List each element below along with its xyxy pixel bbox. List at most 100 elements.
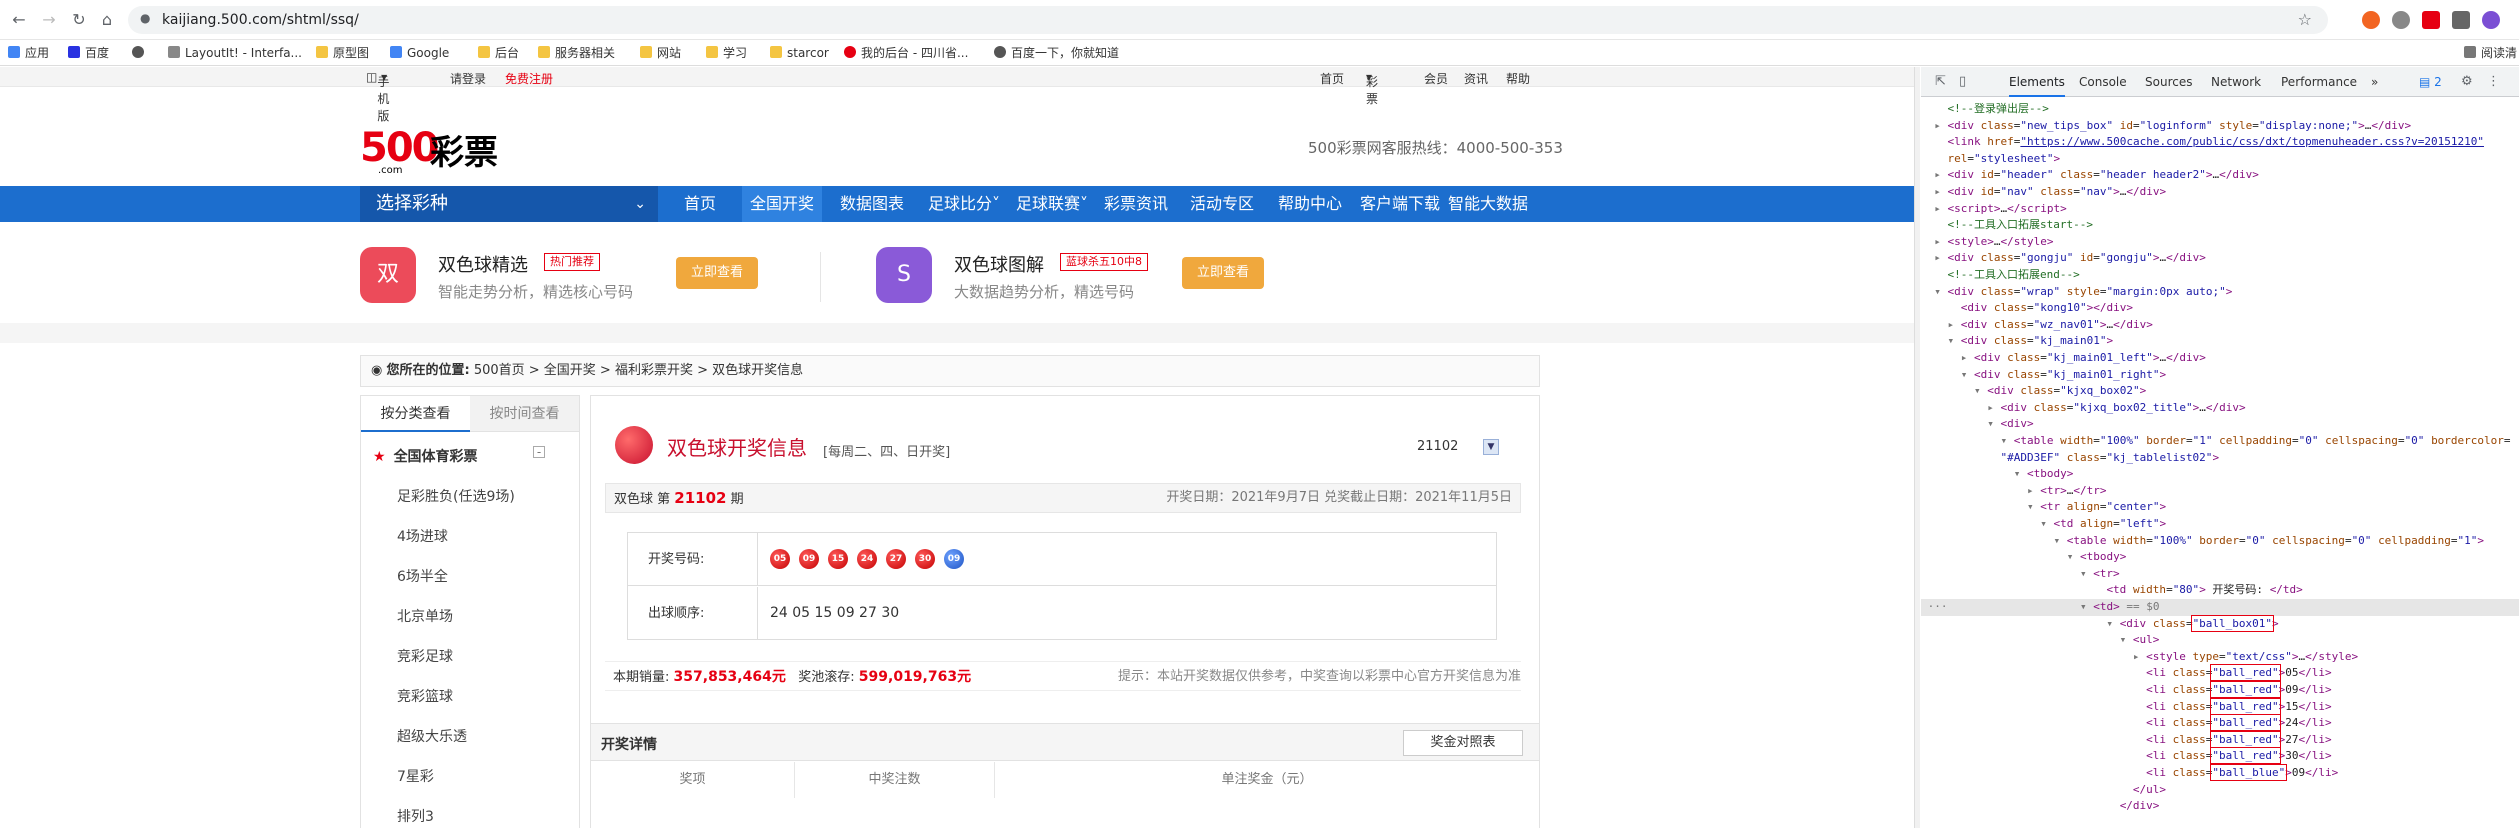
kebab-menu-icon[interactable]: ⋮ [2487, 74, 2500, 89]
forward-icon[interactable]: → [38, 9, 60, 31]
avatar[interactable] [2482, 11, 2500, 29]
dom-line[interactable]: ▾ <div class="kj_main01"> [1921, 333, 2519, 350]
dom-line[interactable]: ▸ <div class="kjxq_box02_title">…</div> [1921, 400, 2519, 417]
dom-line[interactable]: <div class="kong10"></div> [1921, 300, 2519, 317]
top-link[interactable]: 彩票 ▾ [1366, 70, 1378, 106]
dom-line[interactable]: ▸ <style type="text/css">…</style> [1921, 649, 2519, 666]
bookmark-item[interactable]: 学习 [706, 45, 747, 61]
more-tabs[interactable]: » [2371, 67, 2378, 97]
promo-card[interactable]: 双 双色球精选 热门推荐 智能走势分析，精选核心号码 立即查看 [360, 247, 780, 307]
view-now-button[interactable]: 立即查看 [1182, 257, 1264, 289]
gear-icon[interactable] [2392, 11, 2410, 29]
dom-line[interactable]: <li class="ball_red">05</li> [1921, 664, 2519, 682]
bookmark-item[interactable]: 我的后台 - 四川省... [844, 45, 968, 61]
nav-item-help[interactable]: 帮助中心 [1278, 186, 1342, 222]
dom-line[interactable]: ▾ <div> [1921, 416, 2519, 433]
sidebar-item[interactable]: 竞彩篮球 [397, 686, 453, 706]
dom-line[interactable]: ▸ <div id="nav" class="nav">…</div> [1921, 184, 2519, 201]
top-link[interactable]: 首页 [1320, 70, 1344, 87]
nav-item-big-data[interactable]: 智能大数据 [1448, 186, 1528, 222]
tab-performance[interactable]: Performance [2281, 67, 2357, 97]
breadcrumb-path[interactable]: 500首页 > 全国开奖 > 福利彩票开奖 > 双色球开奖信息 [474, 363, 803, 378]
dom-line[interactable]: ▸ <div id="header" class="header header2… [1921, 167, 2519, 184]
dom-line[interactable]: ▾ <tr> [1921, 566, 2519, 583]
dom-line[interactable]: ▸ <script>…</script> [1921, 201, 2519, 218]
bookmark-item[interactable]: starcor [770, 45, 829, 61]
bookmark-item[interactable]: 网站 [640, 45, 681, 61]
back-icon[interactable]: ← [8, 9, 30, 31]
bookmark-item[interactable]: 应用 [8, 45, 49, 61]
nav-item-football-score[interactable]: 足球比分˅ [928, 186, 1000, 222]
device-toggle-icon[interactable]: ▯ [1959, 74, 1966, 89]
dom-line[interactable]: ▾ <table width="100%" border="0" cellspa… [1921, 533, 2519, 550]
tab-sources[interactable]: Sources [2145, 67, 2192, 97]
dom-line[interactable]: ▾ <div class="kjxq_box02"> [1921, 383, 2519, 400]
bookmark-item[interactable] [132, 45, 149, 61]
tab-network[interactable]: Network [2211, 67, 2261, 97]
sidebar-item[interactable]: 竞彩足球 [397, 646, 453, 666]
period-select[interactable]: 21102 ▼ [1417, 436, 1507, 458]
inspect-icon[interactable]: ⇱ [1935, 74, 1946, 89]
dom-line[interactable]: </div> [1921, 798, 2519, 815]
dom-line[interactable]: ▸ <div class="new_tips_box" id="loginfor… [1921, 118, 2519, 135]
register-link[interactable]: 免费注册 [505, 70, 553, 87]
home-icon[interactable]: ⌂ [96, 9, 118, 31]
login-link[interactable]: 请登录 [450, 70, 486, 87]
dom-line[interactable]: rel="stylesheet"> [1921, 151, 2519, 168]
dom-line[interactable]: <li class="ball_red">09</li> [1921, 681, 2519, 699]
sidebar-item[interactable]: 足彩胜负(任选9场) [397, 486, 515, 506]
bookmark-item[interactable]: Google [390, 45, 449, 61]
tab-console[interactable]: Console [2079, 67, 2127, 97]
prize-compare-button[interactable]: 奖金对照表 [1403, 730, 1523, 756]
bookmark-item[interactable]: 后台 [478, 45, 519, 61]
sidebar-item[interactable]: 排列3 [397, 806, 434, 826]
dom-line[interactable]: <li class="ball_blue">09</li> [1921, 764, 2519, 782]
puzzle-icon[interactable] [2452, 11, 2470, 29]
nav-item-news[interactable]: 彩票资讯 [1104, 186, 1168, 222]
bookmark-item[interactable]: 服务器相关 [538, 45, 615, 61]
sidebar-group-header[interactable]: ★ 全国体育彩票 - [373, 446, 545, 466]
address-bar[interactable]: ● kaijiang.500.com/shtml/ssq/ ☆ [128, 6, 2328, 34]
reading-list[interactable]: 阅读清 [2464, 45, 2517, 61]
dom-line[interactable]: <li class="ball_red">24</li> [1921, 714, 2519, 732]
dom-line[interactable]: </ul> [1921, 782, 2519, 799]
lottery-select[interactable]: 选择彩种 ⌄ [360, 186, 658, 222]
nav-item-football-league[interactable]: 足球联赛˅ [1016, 186, 1088, 222]
dom-line[interactable]: <!--工具入口拓展end--> [1921, 267, 2519, 284]
extension-icon[interactable] [2422, 11, 2440, 29]
issues-badge[interactable]: ▤ 2 [2419, 67, 2442, 97]
nav-item-charts[interactable]: 数据图表 [840, 186, 904, 222]
dom-line[interactable]: ▾ <tr align="center"> [1921, 499, 2519, 516]
chevron-down-icon[interactable]: ▼ [1483, 439, 1499, 455]
dom-line[interactable]: ▾ <tbody> [1921, 549, 2519, 566]
nav-item-events[interactable]: 活动专区 [1190, 186, 1254, 222]
dom-line[interactable]: ▸ <style>…</style> [1921, 234, 2519, 251]
collapse-icon[interactable]: - [533, 446, 545, 458]
promo-card[interactable]: S 双色球图解 蓝球杀五10中8 大数据趋势分析，精选号码 立即查看 [876, 247, 1296, 307]
dom-line[interactable]: ▾ <table width="100%" border="1" cellpad… [1921, 433, 2519, 450]
bookmark-item[interactable]: 百度一下，你就知道 [994, 45, 1119, 61]
dom-line[interactable]: <li class="ball_red">15</li> [1921, 697, 2519, 716]
dom-line-selected[interactable]: ··· ▾ <td> == $0 [1921, 599, 2519, 616]
dom-line[interactable]: <!--工具入口拓展start--> [1921, 217, 2519, 234]
dom-line[interactable]: ▾ <tbody> [1921, 466, 2519, 483]
dom-line[interactable]: ▾ <div class="ball_box01"> [1921, 614, 2519, 633]
bookmark-item[interactable]: LayoutIt! - Interfa... [168, 45, 302, 61]
url-text[interactable]: kaijiang.500.com/shtml/ssq/ [162, 12, 359, 28]
dom-line[interactable]: <li class="ball_red">27</li> [1921, 730, 2519, 749]
dom-line[interactable]: ▸ <div class="wz_nav01">…</div> [1921, 317, 2519, 334]
dom-tree[interactable]: <!--登录弹出层--> ▸ <div class="new_tips_box"… [1921, 101, 2519, 828]
dom-line[interactable]: ▾ <div class="kj_main01_right"> [1921, 367, 2519, 384]
sidebar-item[interactable]: 超级大乐透 [397, 726, 467, 746]
dom-line[interactable]: <!--登录弹出层--> [1921, 101, 2519, 118]
dom-line[interactable]: ▾ <ul> [1921, 632, 2519, 649]
nav-item-national-draw[interactable]: 全国开奖 [742, 186, 823, 222]
dom-line[interactable]: <td width="80"> 开奖号码: </td> [1921, 582, 2519, 599]
dom-line[interactable]: ▸ <div class="kj_main01_left">…</div> [1921, 350, 2519, 367]
tab-elements[interactable]: Elements [2009, 67, 2065, 97]
mobile-link[interactable]: ◫ 手机版 ▾ [366, 70, 389, 123]
nav-item-app-download[interactable]: 客户端下载 [1360, 186, 1440, 222]
dom-line[interactable]: "#ADD3EF" class="kj_tablelist02"> [1921, 450, 2519, 467]
top-link[interactable]: 资讯 [1464, 70, 1488, 87]
dom-line[interactable]: ▾ <div class="wrap" style="margin:0px au… [1921, 284, 2519, 301]
